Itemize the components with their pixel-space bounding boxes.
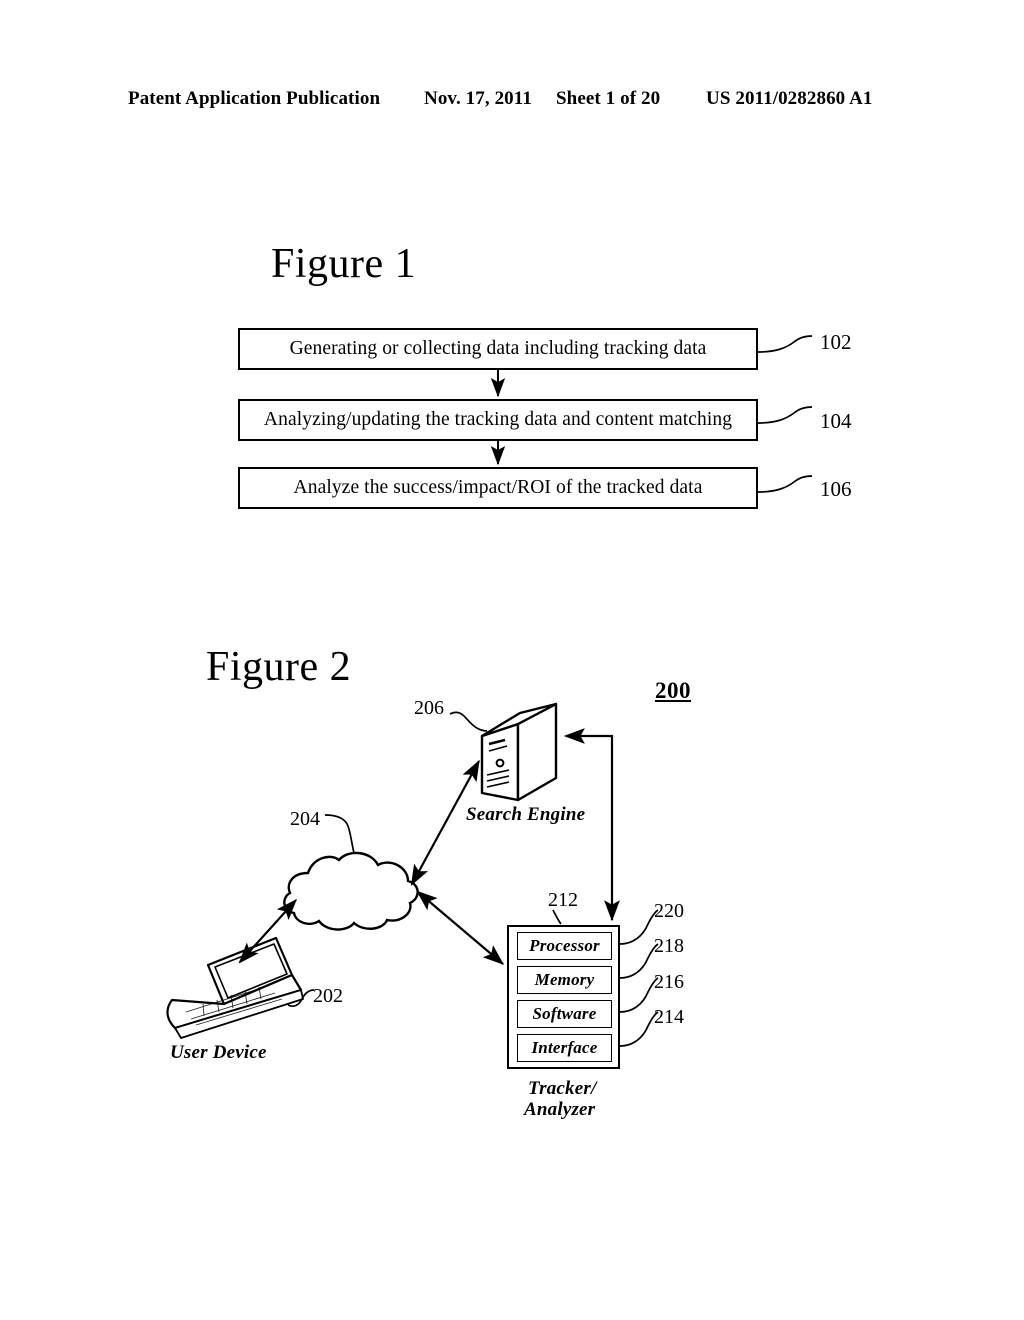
lead-line-218	[619, 943, 659, 979]
reference-numeral-212: 212	[548, 889, 578, 911]
patent-figure-page: Patent Application Publication Nov. 17, …	[0, 0, 1024, 1320]
tracker-component-label-memory: Memory	[534, 970, 595, 989]
figure1-title: Figure 1	[271, 241, 417, 287]
reference-numeral-214: 214	[654, 1006, 684, 1028]
reference-numeral-202: 202	[313, 985, 343, 1007]
tracker-component-memory: Memory	[517, 966, 612, 994]
reference-numeral-106: 106	[820, 477, 852, 501]
tracker-caption-line1: Tracker/	[528, 1078, 597, 1099]
tracker-component-interface: Interface	[517, 1034, 612, 1062]
tracker-analyzer-box: Processor Memory Software Interface	[507, 925, 620, 1069]
lead-line-104	[757, 406, 813, 424]
reference-numeral-200: 200	[655, 678, 691, 703]
flow-step-label-106: Analyze the success/impact/ROI of the tr…	[293, 477, 703, 498]
reference-numeral-104: 104	[820, 409, 852, 433]
tracker-component-label-processor: Processor	[529, 936, 600, 955]
figure2-title: Figure 2	[206, 644, 352, 690]
tracker-component-processor: Processor	[517, 932, 612, 960]
user-device-caption: User Device	[170, 1042, 267, 1063]
reference-numeral-204: 204	[290, 808, 320, 830]
flow-step-label-104: Analyzing/updating the tracking data and…	[263, 409, 733, 430]
lead-line-216	[619, 977, 659, 1013]
lead-line-206	[449, 711, 488, 732]
lead-line-204	[324, 814, 355, 854]
network-caption: Network	[312, 872, 382, 894]
reference-numeral-206: 206	[414, 697, 444, 719]
flow-step-label-102: Generating or collecting data including …	[289, 338, 707, 359]
search-engine-caption: Search Engine	[466, 804, 586, 825]
flow-step-box-102: Generating or collecting data including …	[238, 328, 758, 370]
tracker-component-label-interface: Interface	[531, 1038, 598, 1057]
search-engine-server-icon	[480, 702, 558, 802]
lead-line-202	[287, 989, 315, 1008]
flow-step-box-104: Analyzing/updating the tracking data and…	[238, 399, 758, 441]
tracker-caption-line2: Analyzer	[524, 1099, 596, 1120]
flow-step-box-106: Analyze the success/impact/ROI of the tr…	[238, 467, 758, 509]
header-sheet-number: Sheet 1 of 20	[556, 88, 661, 109]
reference-numeral-218: 218	[654, 935, 684, 957]
laptop-keyboard-keys	[185, 985, 283, 1026]
lead-line-212	[552, 909, 562, 925]
lead-line-106	[757, 475, 813, 493]
reference-numeral-216: 216	[654, 971, 684, 993]
lead-line-214	[619, 1011, 659, 1047]
header-date: Nov. 17, 2011	[424, 88, 532, 109]
lead-line-220	[619, 909, 659, 945]
figure-line-art	[166, 335, 813, 1047]
reference-numeral-102: 102	[820, 330, 852, 354]
header-patent-number: US 2011/0282860 A1	[706, 88, 873, 109]
reference-numeral-220: 220	[654, 900, 684, 922]
lead-line-102	[757, 335, 813, 353]
arrow-user-device-network	[238, 899, 297, 964]
search-engine-server-details	[486, 738, 510, 788]
user-device-laptop-icon	[166, 936, 304, 1039]
tracker-component-software: Software	[517, 1000, 612, 1028]
header-publication-label: Patent Application Publication	[128, 88, 381, 109]
tracker-component-label-software: Software	[532, 1004, 597, 1023]
arrow-network-tracker	[416, 890, 505, 965]
